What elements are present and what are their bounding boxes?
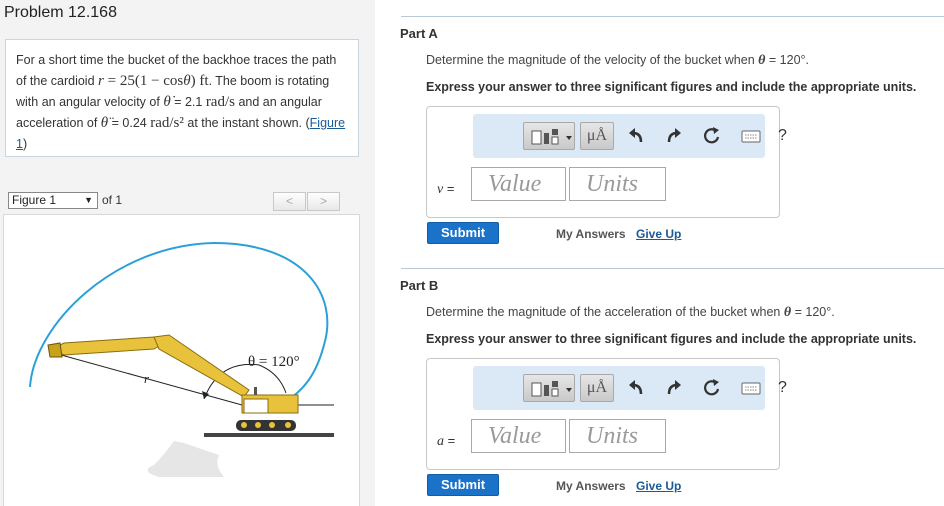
velocity-value-input[interactable]: Value <box>471 167 566 201</box>
caret-down-icon: ▼ <box>84 195 93 205</box>
ground-line <box>204 433 334 437</box>
redo-icon[interactable] <box>664 374 684 402</box>
templates-button[interactable] <box>523 374 575 402</box>
math-toolbar: μÅ ? <box>473 366 787 410</box>
acceleration-units-input[interactable]: Units <box>569 419 666 453</box>
part-b-instruction: Express your answer to three significant… <box>426 332 917 346</box>
previous-figure-button[interactable]: < <box>273 192 306 211</box>
part-a-divider <box>401 16 944 17</box>
problem-statement: For a short time the bucket of the backh… <box>5 39 359 157</box>
keyboard-icon[interactable] <box>741 122 761 150</box>
part-a-give-up-link[interactable]: Give Up <box>636 227 681 241</box>
redo-icon[interactable] <box>664 122 684 150</box>
part-a-title: Part A <box>400 26 438 41</box>
undo-icon[interactable] <box>626 122 646 150</box>
keyboard-icon[interactable] <box>741 374 761 402</box>
part-b-question: Determine the magnitude of the accelerat… <box>426 305 835 320</box>
math-toolbar: μÅ ? <box>473 114 787 158</box>
exhaust-pipe <box>254 387 257 395</box>
figure-1-image: r θ = 120° <box>3 214 360 506</box>
velocity-variable-label: v = <box>437 181 455 197</box>
figure-navigation: Figure 1 ▼ of 1 < > <box>8 192 360 212</box>
part-a-my-answers[interactable]: My Answers <box>556 227 626 241</box>
templates-icon <box>531 129 572 145</box>
part-b-my-answers[interactable]: My Answers <box>556 479 626 493</box>
problem-title: Problem 12.168 <box>4 4 117 21</box>
next-figure-button[interactable]: > <box>307 192 340 211</box>
cardioid-path <box>29 241 329 404</box>
templates-icon <box>531 381 572 397</box>
angle-label: θ = 120° <box>248 354 300 370</box>
reset-icon[interactable] <box>702 122 722 150</box>
backhoe-stick <box>50 336 165 356</box>
acceleration-units: rad/s² <box>150 115 184 131</box>
part-a-instruction: Express your answer to three significant… <box>426 80 917 94</box>
units-button[interactable]: μÅ <box>580 122 614 150</box>
backhoe-diagram: r θ = 120° <box>29 241 334 477</box>
part-b-submit-button[interactable]: Submit <box>427 474 499 496</box>
part-b-answer-box: μÅ ? a = Value Units <box>426 358 787 470</box>
figure-count: of 1 <box>102 193 123 207</box>
help-button[interactable]: ? <box>778 122 792 150</box>
velocity-units-input[interactable]: Units <box>569 167 666 201</box>
part-b-title: Part B <box>400 278 439 293</box>
backhoe-boom <box>153 334 250 398</box>
help-button[interactable]: ? <box>778 374 792 402</box>
part-a-question: Determine the magnitude of the velocity … <box>426 53 810 68</box>
part-a-submit-button[interactable]: Submit <box>427 222 499 244</box>
problem-text: at the instant shown. ( <box>183 116 310 130</box>
part-b-give-up-link[interactable]: Give Up <box>636 479 681 493</box>
radius-label: r <box>144 371 150 386</box>
angular-velocity: θ̇ <box>163 94 171 110</box>
part-b-divider <box>401 268 944 269</box>
bucket-icon <box>47 342 63 358</box>
templates-button[interactable] <box>523 122 575 150</box>
problem-panel: Problem 12.168 For a short time the buck… <box>0 0 375 506</box>
undo-icon[interactable] <box>626 374 646 402</box>
reset-icon[interactable] <box>702 374 722 402</box>
acceleration-variable-label: a = <box>437 433 456 449</box>
cardioid-equation: r = 25(1 − cosθ) ft <box>98 73 209 89</box>
answer-panel: Part A Determine the magnitude of the ve… <box>375 0 944 506</box>
part-a-answer-box: μÅ ? v = Value Units <box>426 106 787 218</box>
velocity-units: rad/s <box>205 94 235 110</box>
units-button[interactable]: μÅ <box>580 374 614 402</box>
acceleration-value-input[interactable]: Value <box>471 419 566 453</box>
figure-select[interactable]: Figure 1 ▼ <box>8 192 98 209</box>
ground-shadow <box>147 441 224 477</box>
backhoe-cab <box>243 398 269 414</box>
arrow-icon <box>202 391 209 399</box>
